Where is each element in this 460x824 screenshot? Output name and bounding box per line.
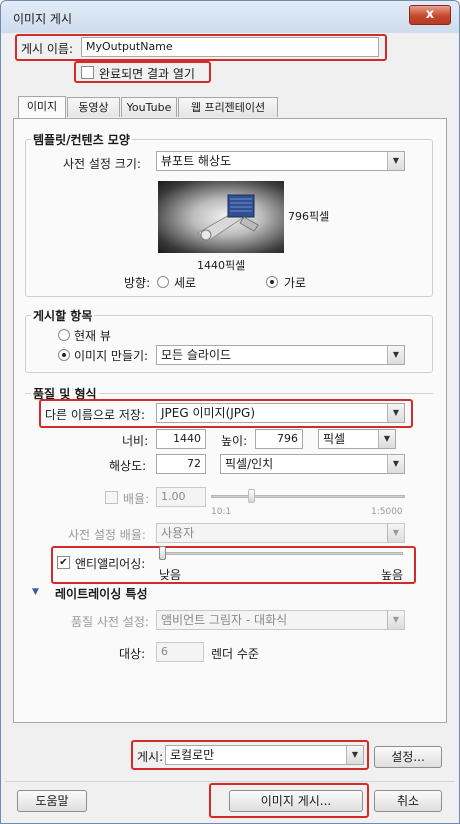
chevron-down-icon: ▼ [387,455,404,473]
unit-value: 픽셀 [323,432,346,446]
landscape-label: 가로 [284,276,307,290]
preset-scale-value: 사용자 [161,526,195,540]
portrait-label: 세로 [174,276,197,290]
chevron-down-icon: ▼ [378,430,395,448]
publish-name-label: 게시 이름: [21,42,74,56]
antialias-high-label: 높음 [381,568,404,582]
quality-preset-value: 앰비언트 그림자 - 대화식 [161,613,288,627]
unit-select[interactable]: 픽셀 ▼ [318,429,396,449]
scale-slider-track[interactable] [211,495,405,498]
chevron-down-icon: ▼ [387,404,404,422]
publish-to-label: 게시: [137,750,164,764]
chevron-down-icon: ▼ [387,611,404,629]
width-label: 너비: [122,434,149,448]
scale-input[interactable]: 1.00 [156,487,206,507]
resolution-input[interactable]: 72 [156,454,206,474]
publish-image-dialog: 이미지 게시 x 게시 이름: MyOutputName 완료되면 결과 열기 … [0,0,460,824]
footer-divider [5,781,455,782]
current-view-label: 현재 뷰 [74,329,111,343]
target-input[interactable]: 6 [156,642,204,662]
tab-youtube[interactable]: YouTube [121,97,177,117]
preset-scale-select[interactable]: 사용자 ▼ [156,523,405,543]
make-images-label: 이미지 만들기: [74,349,149,363]
landscape-radio[interactable] [266,276,278,288]
antialias-label: 앤티앨리어싱: [75,557,146,571]
tab-video[interactable]: 동영상 [67,97,120,117]
resolution-label: 해상도: [109,459,147,473]
make-images-radio[interactable] [58,349,70,361]
close-button[interactable]: x [409,5,451,25]
tab-web-presentation[interactable]: 웹 프리젠테이션 [178,97,278,117]
chevron-down-icon: ▼ [387,524,404,542]
chevron-down-icon: ▼ [387,346,404,364]
preset-size-select[interactable]: 뷰포트 해상도 ▼ [156,151,405,171]
window-title: 이미지 게시 [13,12,73,26]
quality-preset-label: 품질 사전 설정: [71,615,149,629]
publish-items-group-title: 게시할 항목 [31,307,95,324]
preset-scale-label: 사전 설정 배율: [68,528,146,542]
width-input[interactable]: 1440 [156,429,206,449]
publish-to-select[interactable]: 로컬로만 ▼ [165,745,364,765]
scale-label: 배율: [123,492,150,506]
tab-image[interactable]: 이미지 [18,96,66,119]
antialias-slider-thumb[interactable] [159,546,166,560]
save-as-label: 다른 이름으로 저장: [45,408,145,422]
quality-preset-select[interactable]: 앰비언트 그림자 - 대화식 ▼ [156,610,405,630]
preview-width-label: 1440픽셀 [197,259,246,272]
chevron-down-icon: ▼ [346,746,363,764]
target-suffix-label: 렌더 수준 [211,647,259,661]
antialias-low-label: 낮음 [159,568,182,582]
current-view-radio[interactable] [58,329,70,341]
antialias-slider-track[interactable] [159,552,403,555]
help-button[interactable]: 도움말 [17,790,87,812]
scale-min-label: 10:1 [211,507,232,517]
preset-size-label: 사전 설정 크기: [63,157,141,171]
expand-triangle-icon[interactable]: ▼ [32,587,39,597]
height-input[interactable]: 796 [255,429,303,449]
cancel-button[interactable]: 취소 [374,790,442,812]
raytrace-title: 레이트레이싱 특성 [55,587,148,601]
save-as-value: JPEG 이미지(JPG) [161,406,256,420]
antialias-checkbox[interactable]: ✔ [57,556,70,569]
publish-image-button[interactable]: 이미지 게시... [229,790,363,812]
template-group-title: 템플릿/컨텐츠 모양 [31,131,132,148]
title-bar: 이미지 게시 x [1,1,459,33]
chevron-down-icon: ▼ [387,152,404,170]
scale-slider-thumb[interactable] [248,489,255,503]
publish-to-value: 로컬로만 [170,748,215,762]
preview-height-label: 796픽셀 [288,210,330,223]
preset-size-value: 뷰포트 해상도 [161,154,232,168]
engine-render-icon [197,194,259,242]
resolution-unit-value: 픽셀/인치 [225,457,274,471]
make-images-value: 모든 슬라이드 [161,348,232,362]
target-label: 대상: [119,647,146,661]
preview-image [158,181,284,253]
orientation-label: 방향: [124,276,151,290]
portrait-radio[interactable] [157,276,169,288]
height-label: 높이: [221,434,248,448]
publish-name-input[interactable]: MyOutputName [81,37,379,57]
resolution-unit-select[interactable]: 픽셀/인치 ▼ [220,454,405,474]
settings-button[interactable]: 설정... [374,746,442,768]
make-images-select[interactable]: 모든 슬라이드 ▼ [156,345,405,365]
scale-checkbox[interactable] [105,491,118,504]
save-as-select[interactable]: JPEG 이미지(JPG) ▼ [156,403,405,423]
open-result-label: 완료되면 결과 열기 [99,67,195,81]
scale-max-label: 1:5000 [371,507,403,517]
open-result-checkbox[interactable] [81,66,94,79]
